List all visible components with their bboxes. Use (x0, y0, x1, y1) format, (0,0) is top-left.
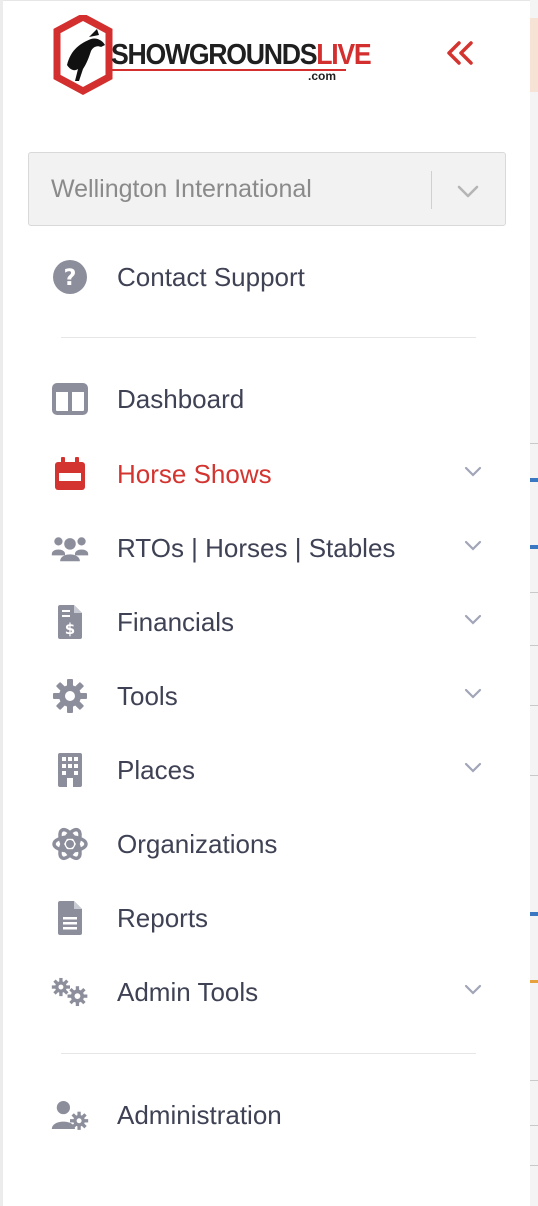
chevron-down-icon (464, 984, 482, 995)
menu-item-label: Dashboard (117, 384, 245, 414)
svg-text:?: ? (64, 266, 77, 291)
select-separator (431, 171, 432, 209)
divider (61, 337, 476, 338)
horse-logo-icon (53, 15, 113, 95)
menu-item-tools[interactable]: Tools (3, 665, 530, 727)
user-gear-icon (51, 1096, 89, 1134)
document-icon (51, 899, 89, 937)
sidebar: SHOWGROUNDSLIVE .com Wellington Internat… (3, 0, 530, 1206)
menu-item-label: Horse Shows (117, 459, 272, 489)
svg-text:$: $ (65, 620, 75, 638)
chevron-down-icon (464, 688, 482, 699)
chevron-down-icon (457, 185, 479, 198)
invoice-dollar-icon: $ (51, 603, 89, 641)
facility-select[interactable]: Wellington International (28, 152, 506, 226)
menu-item-admin-tools[interactable]: Admin Tools (3, 961, 530, 1023)
collapse-sidebar-button[interactable] (443, 37, 477, 71)
menu-item-organizations[interactable]: Organizations (3, 813, 530, 875)
chevron-down-icon (464, 614, 482, 625)
menu-item-horse-shows[interactable]: Horse Shows (3, 443, 530, 505)
divider (61, 1053, 476, 1054)
double-chevron-left-icon (447, 41, 473, 65)
menu-item-label: Reports (117, 903, 209, 933)
menu-item-dashboard[interactable]: Dashboard (3, 368, 530, 430)
menu-item-label: Administration (117, 1100, 282, 1130)
chevron-down-icon (464, 762, 482, 773)
chevron-down-icon (464, 540, 482, 551)
atom-icon (51, 825, 89, 863)
gear-icon (51, 677, 89, 715)
chevron-down-icon (464, 466, 482, 477)
question-circle-icon: ? (51, 258, 89, 296)
contact-support-link[interactable]: ? Contact Support (3, 246, 530, 308)
menu-item-places[interactable]: Places (3, 739, 530, 801)
gears-icon (51, 973, 89, 1011)
menu-item-administration[interactable]: Administration (3, 1084, 530, 1146)
menu-item-label: Places (117, 755, 196, 785)
menu-item-label: Admin Tools (117, 977, 259, 1007)
menu-item-reports[interactable]: Reports (3, 887, 530, 949)
users-icon (51, 529, 89, 567)
menu-item-label: RTOs | Horses | Stables (117, 533, 396, 563)
contact-support-label: Contact Support (117, 262, 305, 292)
menu-item-rtos-horses-stables[interactable]: RTOs | Horses | Stables (3, 517, 530, 579)
columns-icon (51, 380, 89, 418)
app-logo[interactable]: SHOWGROUNDSLIVE .com (53, 15, 372, 95)
background-page-strip (530, 0, 538, 1206)
logo-suffix: .com (308, 69, 337, 83)
menu-item-label: Tools (117, 681, 178, 711)
menu-item-label: Financials (117, 607, 235, 637)
menu-item-financials[interactable]: $ Financials (3, 591, 530, 653)
logo-wordmark: SHOWGROUNDSLIVE (111, 39, 372, 71)
building-icon (51, 751, 89, 789)
calendar-icon (51, 455, 89, 493)
facility-select-value: Wellington International (51, 175, 312, 203)
menu-item-label: Organizations (117, 829, 278, 859)
